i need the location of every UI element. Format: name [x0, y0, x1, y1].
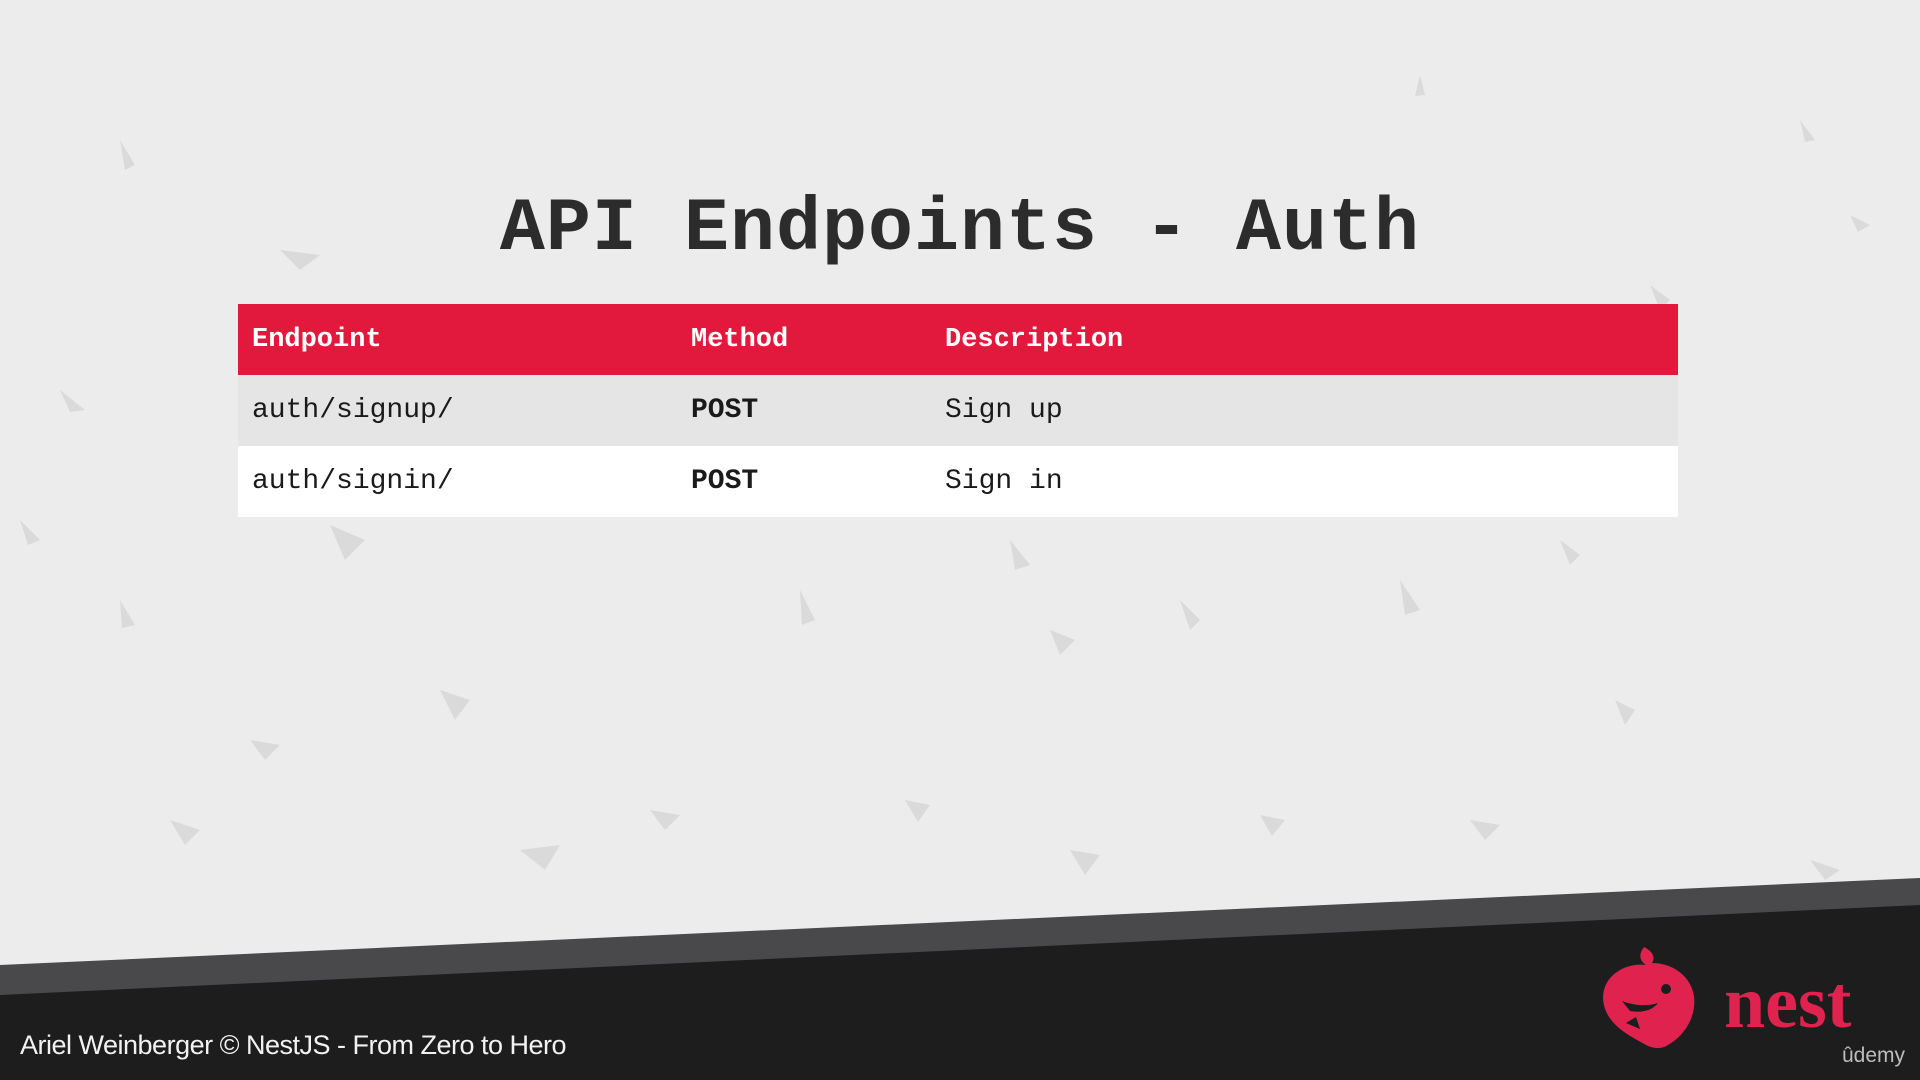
column-header-method: Method	[691, 324, 789, 355]
udemy-watermark: ûdemy	[1842, 1044, 1906, 1067]
table-row: auth/signin/ POST Sign in	[238, 446, 1678, 517]
table-header-row: Endpoint Method Description	[238, 304, 1678, 375]
nestjs-logo: nest	[1603, 947, 1852, 1048]
description-cell: Sign up	[945, 395, 1063, 426]
endpoint-cell: auth/signin/	[252, 466, 454, 497]
slide-title: API Endpoints - Auth	[499, 187, 1421, 272]
endpoint-cell: auth/signup/	[252, 395, 454, 426]
method-cell: POST	[691, 395, 759, 426]
slide-background	[0, 0, 1920, 1080]
nest-wordmark: nest	[1724, 962, 1852, 1044]
column-header-endpoint: Endpoint	[252, 324, 382, 355]
table-row: auth/signup/ POST Sign up	[238, 375, 1678, 446]
description-cell: Sign in	[945, 466, 1063, 497]
method-cell: POST	[691, 466, 759, 497]
column-header-description: Description	[945, 324, 1124, 355]
footer-caption: Ariel Weinberger © NestJS - From Zero to…	[20, 1030, 567, 1060]
nestjs-cat-logo-icon	[1603, 947, 1695, 1048]
endpoints-table: Endpoint Method Description auth/signup/…	[238, 304, 1678, 517]
